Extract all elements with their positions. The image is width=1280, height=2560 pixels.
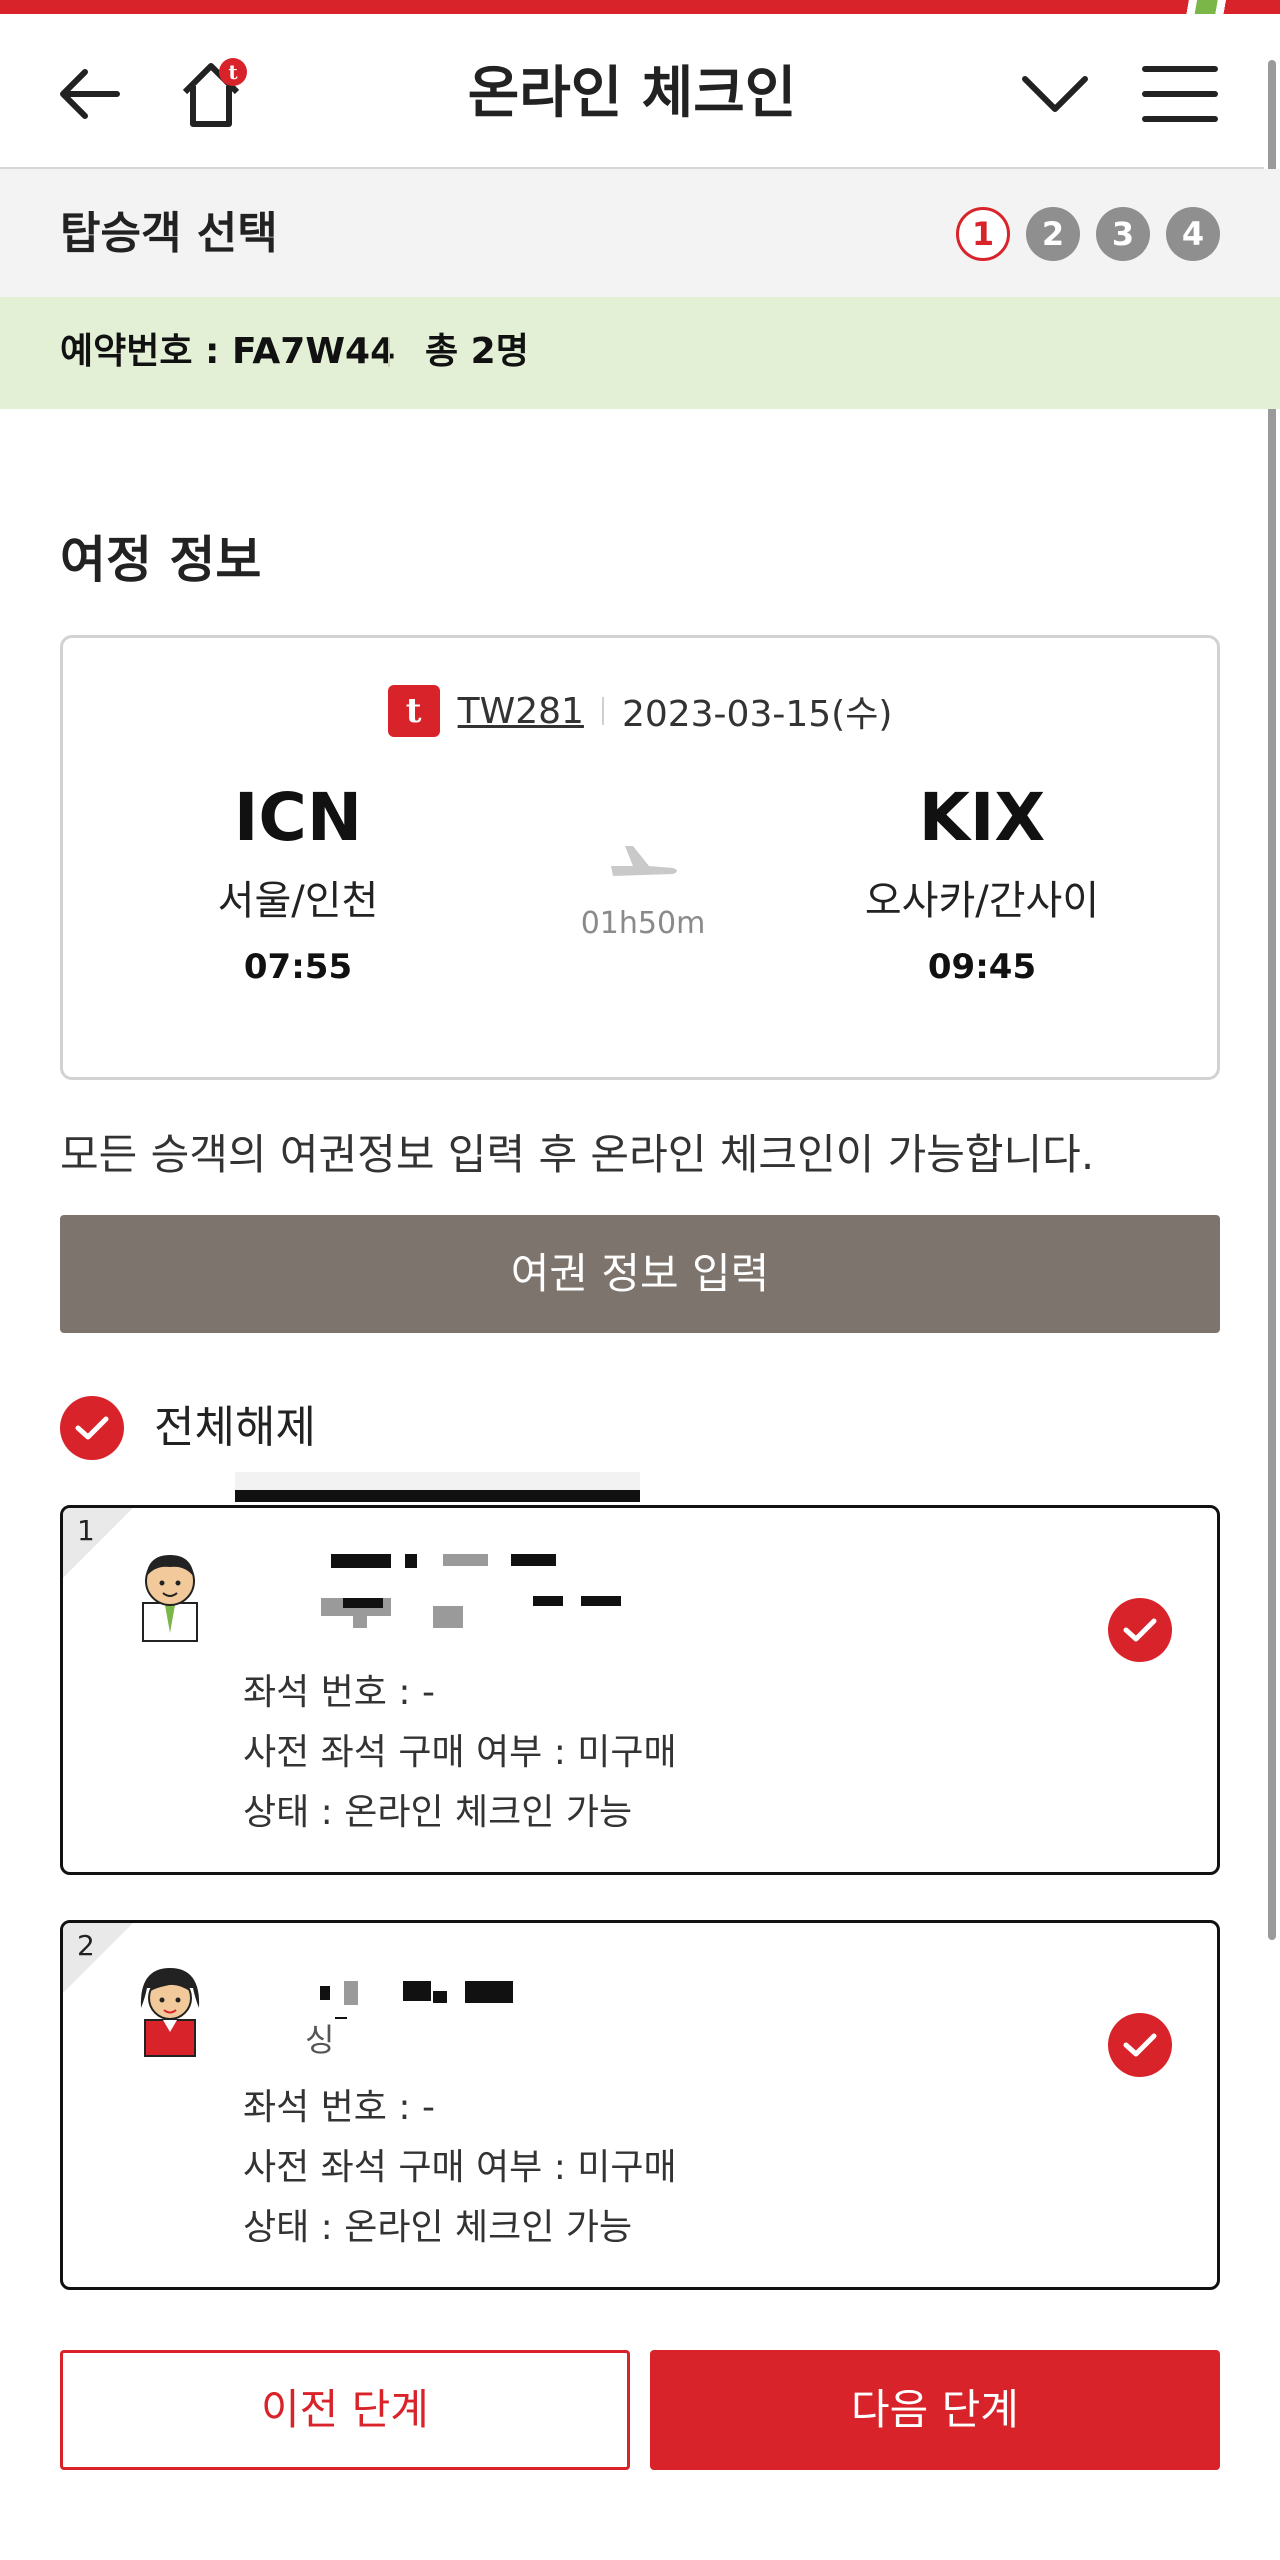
female-avatar-icon (140, 1968, 200, 2057)
reservation-number: 예약번호 : FA7W44 (60, 331, 396, 372)
passenger-check-icon[interactable] (1108, 2013, 1172, 2077)
flight-date: 2023-03-15(수) (621, 694, 893, 735)
card-corner (63, 1508, 133, 1578)
seat-number: 좌석 번호 : - (243, 1672, 435, 1713)
expand-button[interactable] (1015, 54, 1095, 134)
departure-time: 07:55 (243, 947, 353, 987)
card-corner (63, 1923, 133, 1993)
step-bar: 탑승객 선택 1 2 3 4 (0, 169, 1280, 297)
step-2: 2 (1026, 207, 1080, 261)
divider (601, 697, 604, 725)
arrival-code: KIX (918, 779, 1046, 856)
passenger-check-icon[interactable] (1108, 1598, 1172, 1662)
next-step-button[interactable]: 다음 단계 (650, 2350, 1220, 2470)
menu-button[interactable] (1140, 54, 1220, 134)
name-fragment: 싱 (305, 2021, 335, 2059)
select-all-label: 전체해제 (154, 1402, 316, 1453)
passport-info-button[interactable]: 여권 정보 입력 (60, 1215, 1220, 1333)
departure-code: ICN (233, 779, 363, 856)
select-all-toggle[interactable]: 전체해제 (60, 1393, 316, 1463)
step-label: 탑승객 선택 (60, 208, 278, 259)
arrival-city: 오사카/간사이 (864, 878, 1100, 924)
passenger-info: 좌석 번호 : - 사전 좌석 구매 여부 : 미구매 상태 : 온라인 체크인… (243, 1663, 677, 1843)
checkin-status: 상태 : 온라인 체크인 가능 (243, 2207, 633, 2248)
flight-duration: 01h50m (580, 906, 706, 941)
prepaid-seat-status: 사전 좌석 구매 여부 : 미구매 (243, 1732, 677, 1773)
male-avatar-icon (142, 1555, 198, 1642)
passenger-card[interactable]: 2 싱 좌석 번호 : - 사전 좌석 구매 여부 : 미구매 상태 : 온라인… (60, 1920, 1220, 2290)
airplane-icon (611, 846, 677, 876)
flight-duration-block: 01h50m (543, 838, 743, 941)
reservation-bar: 예약번호 : FA7W44 총 2명 (0, 297, 1280, 409)
departure-block: ICN 서울/인천 07:55 (128, 778, 468, 992)
redaction-mark (235, 1490, 640, 1502)
passenger-info: 좌석 번호 : - 사전 좌석 구매 여부 : 미구매 상태 : 온라인 체크인… (243, 2078, 677, 2258)
passenger-name-redacted: 싱 (243, 1953, 663, 2059)
departure-city: 서울/인천 (217, 878, 379, 924)
arrival-time: 09:45 (927, 947, 1037, 987)
seat-number: 좌석 번호 : - (243, 2087, 435, 2128)
step-1: 1 (956, 207, 1010, 261)
divider (388, 337, 390, 367)
previous-step-button[interactable]: 이전 단계 (60, 2350, 630, 2470)
itinerary-card: t TW281 2023-03-15(수) ICN 서울/인천 07:55 01… (60, 635, 1220, 1080)
brand-top-line (0, 0, 1280, 14)
step-4: 4 (1166, 207, 1220, 261)
passenger-count: 총 2명 (425, 331, 529, 372)
arrival-block: KIX 오사카/간사이 09:45 (812, 778, 1152, 992)
chevron-down-icon (1022, 76, 1088, 112)
passenger-number: 1 (77, 1514, 95, 1547)
flight-number-link[interactable]: TW281 (458, 691, 584, 732)
passenger-name-redacted (243, 1538, 663, 1628)
check-icon (60, 1396, 124, 1460)
notice-text: 모든 승객의 여권정보 입력 후 온라인 체크인이 가능합니다. (60, 1130, 1095, 1179)
airline-logo-icon: t (387, 685, 440, 737)
passenger-number: 2 (77, 1929, 95, 1962)
checkin-status: 상태 : 온라인 체크인 가능 (243, 1792, 633, 1833)
step-indicator: 1 2 3 4 (956, 207, 1220, 261)
prepaid-seat-status: 사전 좌석 구매 여부 : 미구매 (243, 2147, 677, 2188)
hamburger-menu-icon (1142, 66, 1218, 122)
redaction-mark (235, 1472, 640, 1490)
passenger-card[interactable]: 1 좌석 번호 : - 사전 좌석 구매 여부 : 미구매 상태 : 온라인 체… (60, 1505, 1220, 1875)
section-title: 여정 정보 (60, 531, 262, 589)
flight-row: t TW281 2023-03-15(수) (63, 683, 1217, 739)
step-3: 3 (1096, 207, 1150, 261)
app-header: t 온라인 체크인 (0, 14, 1264, 169)
